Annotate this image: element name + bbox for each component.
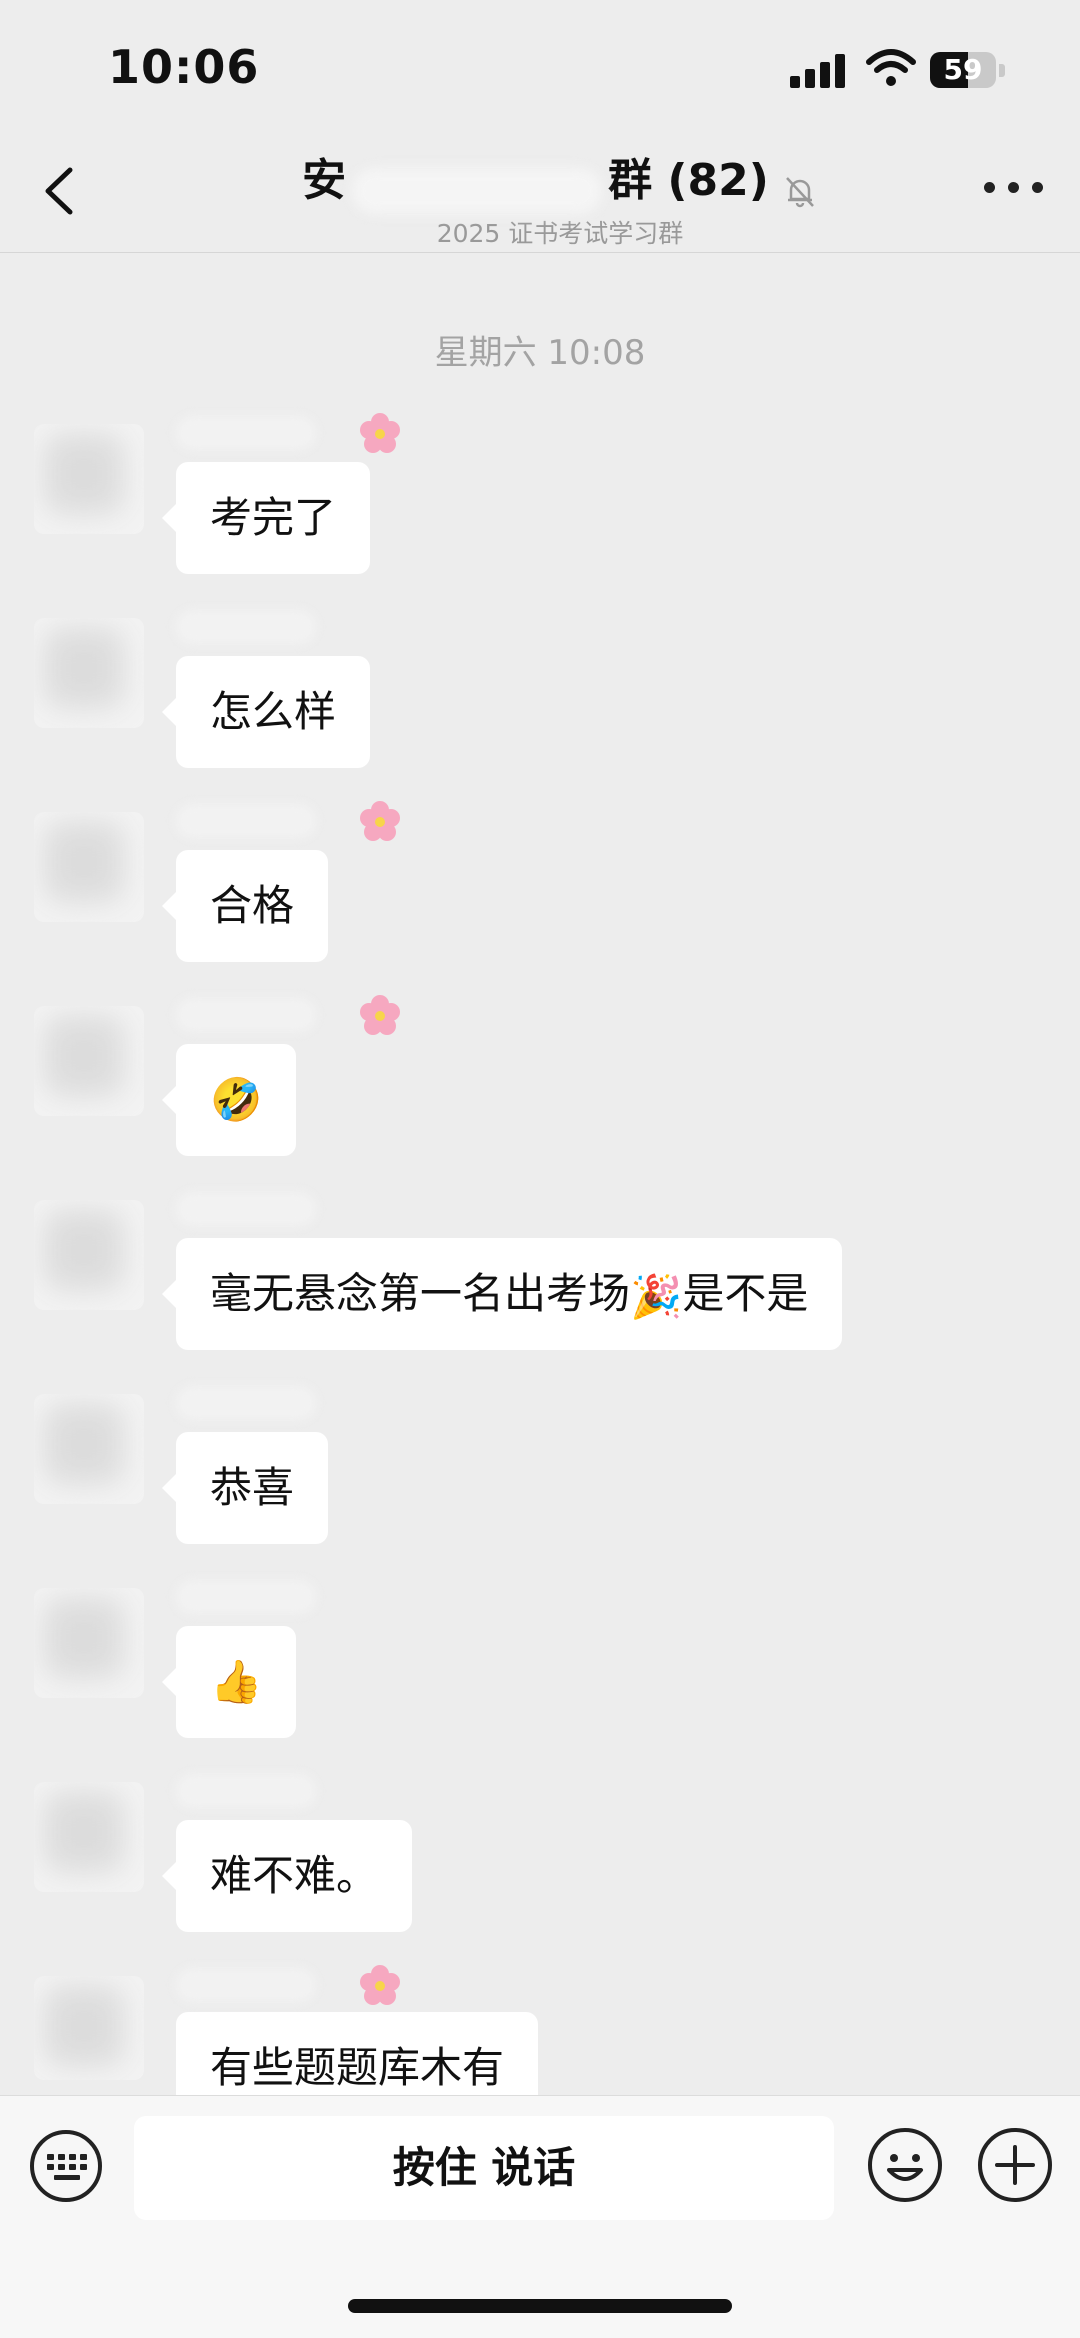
chat-timestamp: 星期六 10:08	[434, 333, 646, 373]
home-indicator[interactable]	[348, 2299, 732, 2313]
more-options-button[interactable]	[984, 182, 1044, 196]
wifi-icon	[866, 49, 916, 86]
avatar[interactable]	[34, 812, 144, 922]
message-bubble[interactable]: 考完了	[161, 462, 371, 574]
back-icon[interactable]	[40, 166, 80, 216]
message-bubble[interactable]: 🤣	[161, 1044, 297, 1156]
blurred-nickname	[176, 1774, 316, 1808]
flower-emoji-icon	[360, 413, 400, 453]
avatar[interactable]	[34, 618, 144, 728]
message-bubble[interactable]: 合格	[161, 850, 329, 962]
message-bubble[interactable]: 有些题题库木有	[176, 2012, 539, 2095]
blurred-title	[352, 167, 603, 214]
dot-icon	[984, 182, 995, 193]
blurred-nickname	[176, 998, 316, 1032]
message-bubble[interactable]: 难不难。	[161, 1820, 413, 1932]
hold-to-talk-button[interactable]: 按住 说话	[134, 2116, 834, 2220]
blurred-nickname	[176, 1580, 316, 1614]
blurred-nickname	[176, 416, 316, 450]
message-text: 是不是	[682, 1269, 809, 1318]
party-popper-emoji-icon: 🎉	[630, 1271, 683, 1321]
battery-icon: 59	[930, 52, 1006, 90]
dot-icon	[1032, 182, 1043, 193]
avatar[interactable]	[34, 1006, 144, 1116]
chat-title-area[interactable]: 安 群 (82) 2025 证书考试学习群	[300, 144, 820, 248]
blurred-nickname	[176, 1386, 316, 1420]
message-text: 毫无悬念第一名出考场	[210, 1269, 631, 1318]
flower-emoji-icon	[360, 1965, 400, 2005]
chat-header: 安 群 (82) 2025 证书考试学习群	[0, 130, 1080, 253]
emoji-icon[interactable]	[866, 2126, 944, 2204]
avatar[interactable]	[34, 1394, 144, 1504]
chat-subtitle: 2025 证书考试学习群	[436, 218, 684, 248]
cellular-signal-icon	[790, 54, 846, 88]
battery-level: 59	[943, 53, 983, 86]
avatar[interactable]	[34, 1588, 144, 1698]
message-bubble[interactable]: 恭喜	[161, 1432, 329, 1544]
flower-emoji-icon	[360, 995, 400, 1035]
avatar[interactable]	[34, 1782, 144, 1892]
chat-title-suffix: 群 (82)	[608, 155, 769, 206]
blurred-nickname	[176, 1192, 316, 1226]
blurred-nickname	[176, 610, 316, 644]
avatar[interactable]	[34, 1976, 144, 2080]
chat-title-prefix: 安	[302, 155, 347, 206]
plus-icon[interactable]	[976, 2126, 1054, 2204]
message-bubble[interactable]: 怎么样	[161, 656, 371, 768]
keyboard-icon[interactable]	[28, 2128, 104, 2204]
blurred-nickname	[176, 1968, 316, 2002]
flower-emoji-icon	[360, 801, 400, 841]
message-bubble[interactable]: 👍	[161, 1626, 297, 1738]
status-bar: 10:06 59	[0, 0, 1080, 130]
status-time: 10:06	[108, 40, 260, 94]
dot-icon	[1008, 182, 1019, 193]
message-bubble[interactable]: 毫无悬念第一名出考场🎉是不是	[161, 1238, 843, 1350]
blurred-nickname	[176, 804, 316, 838]
avatar[interactable]	[34, 424, 144, 534]
mute-bell-icon	[786, 176, 814, 207]
avatar[interactable]	[34, 1200, 144, 1310]
